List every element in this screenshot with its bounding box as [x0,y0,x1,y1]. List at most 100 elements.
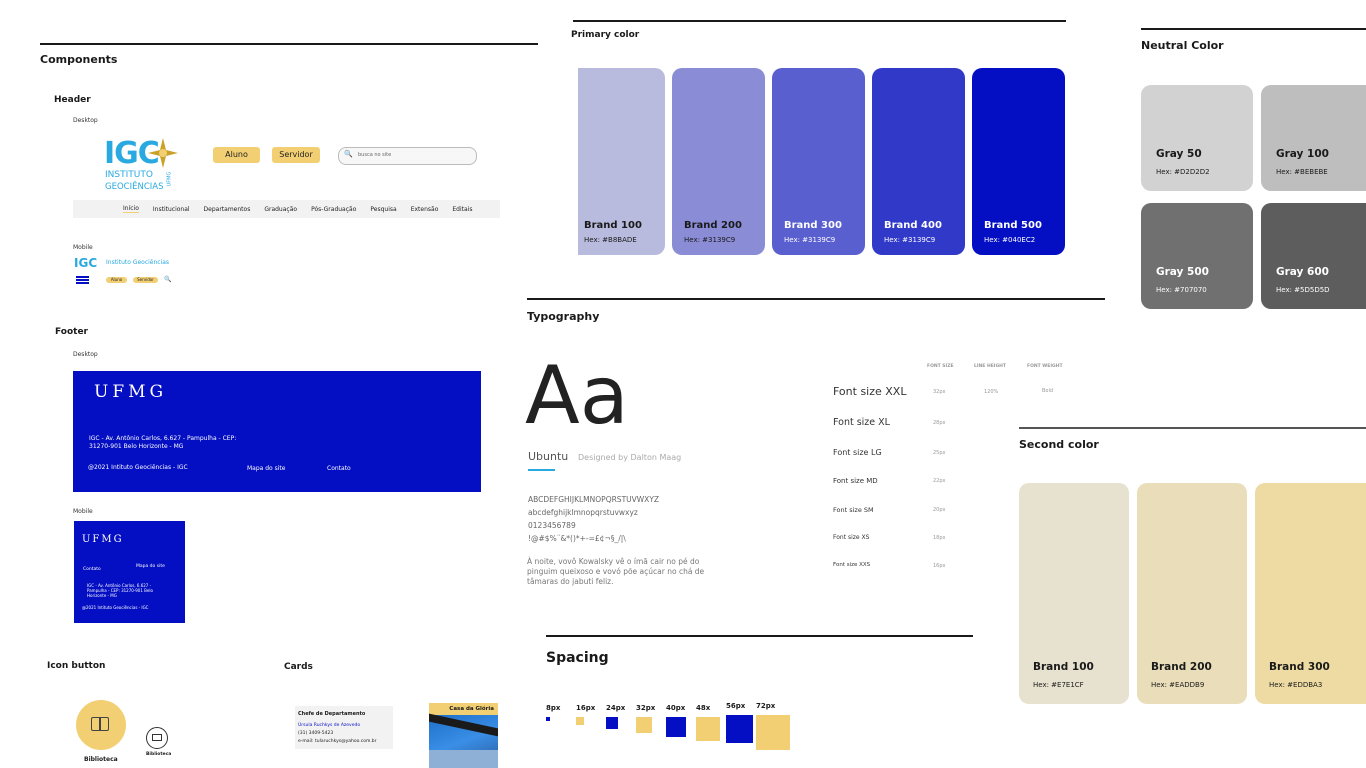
icon-button-title: Icon button [47,661,106,671]
second-swatch-200-name: Brand 200 [1151,661,1212,673]
header-servidor-button[interactable]: Servidor [272,147,320,163]
mobile-footer-copyright: @2021 Intituto Geociências - IGC [82,605,149,610]
primary-swatch-100-name: Brand 100 [584,220,642,231]
library-icon-button-large[interactable] [76,700,126,750]
primary-swatch-300-name: Brand 300 [784,220,842,231]
header-aluno-button[interactable]: Aluno [213,147,260,163]
primary-swatch-200-name: Brand 200 [684,220,742,231]
typography-symbols: !@#$%¨&*()*+-=£¢¬§_/|\ [528,534,626,543]
second-swatch-100-name: Brand 100 [1033,661,1094,673]
library-label-small: Biblioteca [146,752,172,757]
mobile-aluno-button[interactable]: Aluno [106,277,127,283]
mobile-footer-contact-link[interactable]: Contato [83,567,101,572]
spacing-label-8: 8px [546,704,561,712]
footer-address: IGC - Av. Antônio Carlos, 6.627 - Pampul… [89,435,237,450]
nav-departamentos[interactable]: Departamentos [204,206,251,213]
footer-map-link[interactable]: Mapa do site [247,465,285,472]
footer-desktop: UFMG IGC - Av. Antônio Carlos, 6.627 - P… [73,371,481,492]
footer-desktop-label: Desktop [73,351,98,358]
mobile-footer-map-link[interactable]: Mapa do site [136,564,165,569]
col-header-font-size: FONT SIZE [927,364,954,369]
contact-card[interactable]: Chefe de Departamento Úrsula Ruchkys de … [295,706,393,749]
place-card-image [429,713,498,768]
card-role: Chefe de Departamento [298,711,366,717]
nav-editais[interactable]: Editais [452,206,472,213]
spacing-label-24: 24px [606,704,626,712]
card-person[interactable]: Úrsula Ruchkys de Azevedo [298,723,360,728]
second-swatch-300: Brand 300 Hex: #EDDBA3 [1255,483,1366,704]
search-input[interactable]: busca no site [358,152,391,158]
typography-font-name: Ubuntu [528,450,569,463]
menu-icon[interactable] [76,276,89,284]
type-size-lg: 25px [933,450,946,456]
footer-ufmg-logo: UFMG [94,382,168,402]
typography-uppercase: ABCDEFGHIJKLMNOPQRSTUVWXYZ [528,495,660,504]
primary-swatch-100-hex: Hex: #B8BADE [584,236,637,244]
library-icon-button-small[interactable] [146,727,168,749]
spacing-box-72 [756,715,790,750]
spacing-box-56 [726,715,753,743]
spacing-box-8 [546,717,550,721]
primary-swatch-500-name: Brand 500 [984,220,1042,231]
second-swatch-100-hex: Hex: #E7E1CF [1033,681,1084,689]
nav-extensao[interactable]: Extensão [411,206,439,213]
neutral-swatch-100: Gray 100 Hex: #BEBEBE [1261,85,1366,191]
spacing-label-32: 32px [636,704,656,712]
neutral-swatch-600-name: Gray 600 [1276,266,1329,278]
nav-pesquisa[interactable]: Pesquisa [370,206,396,213]
footer-contact-link[interactable]: Contato [327,465,351,472]
spacing-label-48: 48x [696,704,711,712]
primary-swatch-500: Brand 500 Hex: #040EC2 [972,68,1065,255]
second-swatch-100: Brand 100 Hex: #E7E1CF [1019,483,1129,704]
logo-instituto: INSTITUTO [105,170,153,180]
type-size-xs: 18px [933,535,946,541]
nav-graduacao[interactable]: Graduação [264,206,297,213]
second-swatch-300-name: Brand 300 [1269,661,1330,673]
header-nav: Início Institucional Departamentos Gradu… [73,200,500,218]
typography-font-underline [528,469,555,471]
header-search[interactable]: 🔍 busca no site [338,147,477,165]
place-card[interactable]: Casa da Glória [429,703,498,768]
primary-swatch-400-hex: Hex: #3139C9 [884,236,936,244]
type-size-sm: 20px [933,507,946,513]
spacing-title: Spacing [546,650,609,666]
type-size-md: 22px [933,478,946,484]
book-icon [91,717,109,731]
spacing-label-40: 40px [666,704,686,712]
primary-swatch-100: Brand 100 Hex: #B8BADE [578,68,665,255]
neutral-swatch-50: Gray 50 Hex: #D2D2D2 [1141,85,1253,191]
type-row-md: Font size MD [833,477,878,485]
footer-mobile: UFMG Mapa do site Contato IGC - Av. Antô… [74,521,185,623]
components-rule [40,43,538,45]
primary-swatch-500-hex: Hex: #040EC2 [984,236,1036,244]
spacing-box-24 [606,717,618,729]
type-size-xl: 28px [933,420,946,426]
library-label-large: Biblioteca [84,756,118,763]
col-header-line-height: LINE HEIGHT [974,364,1006,369]
primary-swatch-400: Brand 400 Hex: #3139C9 [872,68,965,255]
typography-lowercase: abcdefghijklmnopqrstuvwxyz [528,508,638,517]
footer-title: Footer [55,327,88,337]
search-icon: 🔍 [344,150,353,158]
primary-color-title: Primary color [571,30,640,40]
spacing-box-16 [576,717,584,725]
nav-inicio[interactable]: Início [123,205,139,213]
spacing-label-16: 16px [576,704,596,712]
mobile-footer-address: IGC - Av. Antônio Carlos, 6.627 - Pampul… [87,583,153,598]
footer-mobile-label: Mobile [73,508,93,515]
neutral-swatch-50-name: Gray 50 [1156,148,1202,160]
mobile-search-icon[interactable]: 🔍 [164,276,171,283]
mobile-servidor-button[interactable]: Servidor [133,277,158,283]
nav-institucional[interactable]: Institucional [153,206,190,213]
nav-pos-graduacao[interactable]: Pós-Graduação [311,206,356,213]
typography-sample-glyph: Aa [525,349,629,442]
spacing-box-32 [636,717,652,733]
cards-title: Cards [284,662,313,672]
type-row-xs: Font size XS [833,534,870,541]
primary-color-rule [573,20,1066,22]
mobile-footer-ufmg-logo: UFMG [82,534,124,545]
type-row-xxl: Font size XXL [833,385,907,398]
second-swatch-200: Brand 200 Hex: #EADDB9 [1137,483,1247,704]
typography-rule [527,298,1105,300]
card-email: e-mail: tularuchkys@yahoo.com.br [298,739,377,744]
